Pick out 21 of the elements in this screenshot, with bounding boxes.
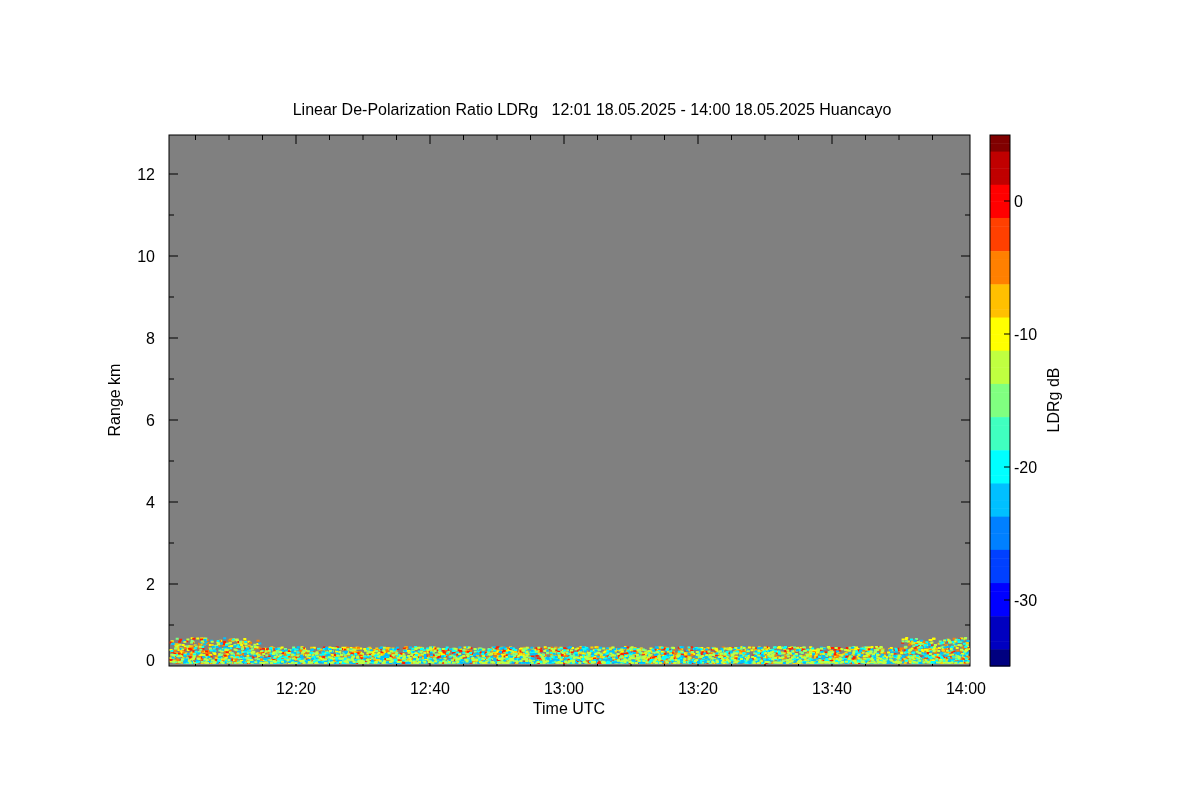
colorbar-tick-label: -10 [1014, 326, 1038, 343]
x-tick-label: 13:00 [544, 680, 584, 697]
y-tick-label: 10 [137, 248, 155, 265]
y-tick-label: 8 [146, 330, 155, 347]
y-tick-label: 0 [146, 652, 155, 669]
x-tick-label: 13:40 [812, 680, 852, 697]
y-tick-label: 2 [146, 576, 155, 593]
chart-title: Linear De-Polarization Ratio LDRg 12:01 18.05.2025 - 14:00 18.05.2025 Huancayo [292, 101, 892, 118]
colorbar-tick-label: -20 [1014, 459, 1038, 476]
y-tick-label: 12 [137, 166, 155, 183]
x-tick-label: 14:00 [946, 680, 986, 697]
y-tick-label: 4 [146, 494, 155, 511]
x-tick-label: 12:20 [276, 680, 316, 697]
y-axis-label: Range km [106, 363, 123, 437]
x-axis-label: Time UTC [532, 700, 606, 717]
x-tick-label: 13:20 [678, 680, 718, 697]
y-tick-label: 6 [146, 412, 155, 429]
colorbar-tick-label: -30 [1014, 592, 1038, 609]
x-tick-label: 12:40 [410, 680, 450, 697]
colorbar-tick-label: 0 [1014, 193, 1023, 210]
colorbar-label: LDRg dB [1045, 367, 1062, 433]
